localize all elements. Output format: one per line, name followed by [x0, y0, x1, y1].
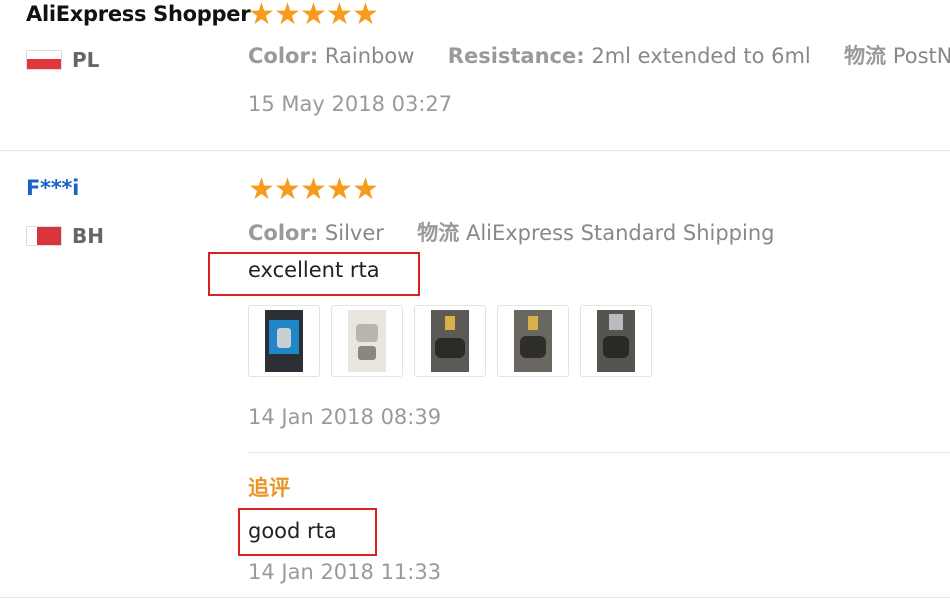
shipping-key: 物流	[844, 44, 887, 68]
review-photo-thumbnail[interactable]	[414, 305, 486, 377]
country-code: BH	[72, 224, 104, 248]
followup-text: good rta	[248, 519, 337, 543]
product-attributes: Color: Rainbow Resistance: 2ml extended …	[248, 40, 950, 70]
resistance-key: Resistance:	[447, 44, 585, 68]
review-date: 15 May 2018 03:27	[248, 92, 453, 116]
color-key: Color:	[248, 221, 319, 245]
poland-flag-icon	[26, 50, 62, 70]
color-value: Silver	[324, 221, 384, 245]
review-photo-thumbnail[interactable]	[580, 305, 652, 377]
star-icon: ★	[352, 175, 379, 205]
reviewer-name[interactable]: F***i	[26, 176, 79, 200]
star-icon: ★	[352, 0, 379, 30]
star-icon: ★	[248, 0, 275, 30]
review-photos	[248, 305, 663, 377]
star-icon: ★	[300, 0, 327, 30]
reviewer-name[interactable]: AliExpress Shopper	[26, 2, 251, 26]
star-icon: ★	[326, 0, 353, 30]
shipping-value: PostNL	[892, 44, 950, 68]
shipping-key: 物流	[417, 221, 460, 245]
review-photo-thumbnail[interactable]	[248, 305, 320, 377]
bahrain-flag-icon	[26, 226, 62, 246]
review-text: excellent rta	[248, 258, 380, 282]
followup-divider	[248, 452, 950, 453]
star-icon: ★	[300, 175, 327, 205]
product-attributes: Color: Silver 物流 AliExpress Standard Shi…	[248, 217, 774, 247]
star-icon: ★	[274, 0, 301, 30]
rating-stars: ★ ★ ★ ★ ★	[248, 0, 382, 30]
review-photo-thumbnail[interactable]	[497, 305, 569, 377]
color-value: Rainbow	[324, 44, 415, 68]
country-code: PL	[72, 48, 100, 72]
review-photo-thumbnail[interactable]	[331, 305, 403, 377]
bottom-divider	[0, 597, 950, 598]
star-icon: ★	[248, 175, 275, 205]
shipping-value: AliExpress Standard Shipping	[465, 221, 775, 245]
followup-label: 追评	[248, 476, 290, 500]
followup-date: 14 Jan 2018 11:33	[248, 560, 442, 584]
star-icon: ★	[326, 175, 353, 205]
review-date: 14 Jan 2018 08:39	[248, 405, 442, 429]
color-key: Color:	[248, 44, 319, 68]
reviewer-country: PL	[26, 48, 99, 72]
reviewer-country: BH	[26, 224, 104, 248]
star-icon: ★	[274, 175, 301, 205]
review-divider	[0, 150, 950, 151]
rating-stars: ★ ★ ★ ★ ★	[248, 175, 382, 205]
resistance-value: 2ml extended to 6ml	[591, 44, 811, 68]
